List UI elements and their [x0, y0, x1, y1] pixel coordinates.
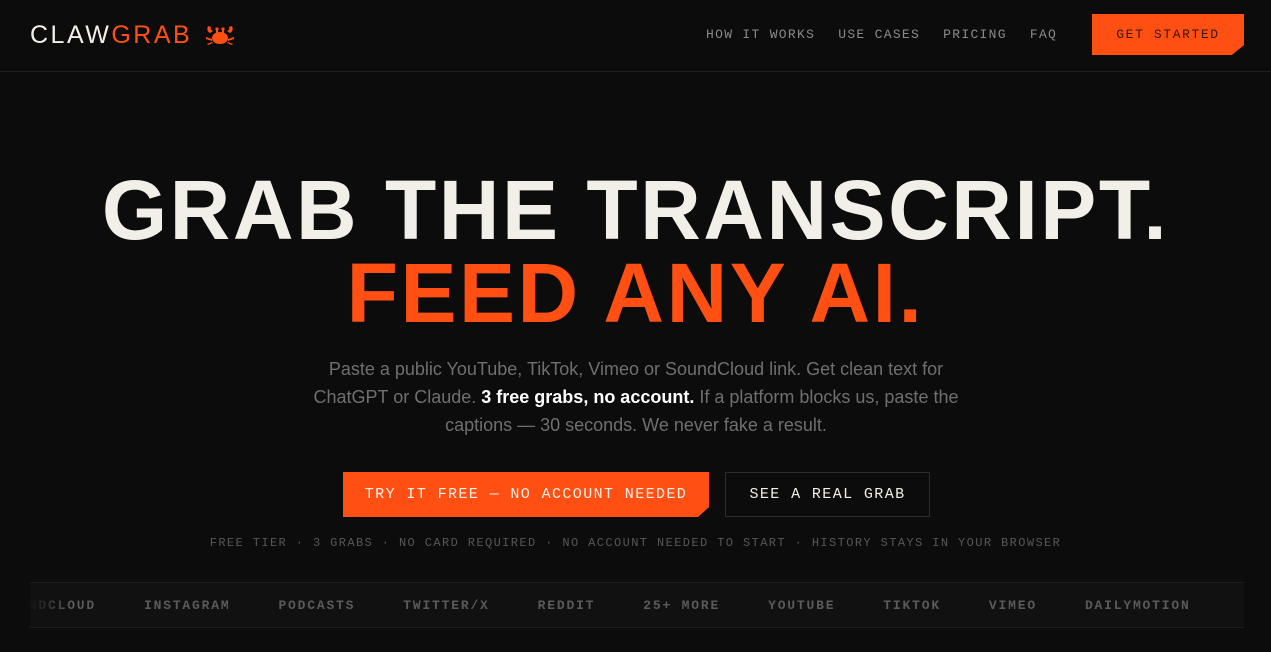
headline-line-2: FEED ANY AI. [346, 246, 925, 340]
ticker-item: YOUTUBE [768, 597, 836, 613]
subtitle-highlight: 3 free grabs, no account. [481, 387, 695, 407]
ticker-item: REDDIT [537, 597, 596, 613]
logo-text-grab: GRAB [111, 21, 193, 49]
nav-link-faq[interactable]: FAQ [1030, 27, 1057, 43]
headline-line-1: GRAB THE TRANSCRIPT. [101, 163, 1170, 257]
ticker-fade-right [1204, 583, 1244, 627]
ticker-fade-left [30, 583, 70, 627]
ticker-item: PODCASTS [278, 597, 356, 613]
nav-link-use-cases[interactable]: USE CASES [838, 27, 920, 43]
ticker-item: TWITTER/X [403, 597, 490, 613]
ticker-item: TIKTOK [883, 597, 941, 613]
free-tier-info: FREE TIER · 3 GRABS · NO CARD REQUIRED ·… [209, 536, 1062, 550]
get-started-button[interactable]: GET STARTED [1092, 14, 1244, 55]
try-it-free-button[interactable]: TRY IT FREE — NO ACCOUNT NEEDED [343, 472, 709, 517]
ticker-item: INSTAGRAM [144, 597, 231, 613]
top-nav: CLAW GRAB HOW IT WORKS USE CASES PRICING… [0, 0, 1271, 72]
ticker-track: SOUNDCLOUD INSTAGRAM PODCASTS TWITTER/X … [30, 583, 1239, 627]
see-real-grab-button[interactable]: SEE A REAL GRAB [725, 472, 930, 517]
platform-ticker: SOUNDCLOUD INSTAGRAM PODCASTS TWITTER/X … [30, 582, 1244, 628]
logo-text-claw: CLAW [30, 21, 112, 49]
ticker-item: VIMEO [988, 597, 1037, 613]
ticker-item: 25+ MORE [643, 597, 721, 613]
nav-link-how-it-works[interactable]: HOW IT WORKS [706, 27, 815, 43]
ticker-item: DAILYMOTION [1084, 597, 1191, 613]
hero-subtitle: Paste a public YouTube, TikTok, Vimeo or… [312, 355, 960, 439]
crab-icon [204, 22, 236, 48]
nav-links: HOW IT WORKS USE CASES PRICING FAQ [706, 27, 1057, 43]
nav-link-pricing[interactable]: PRICING [943, 27, 1007, 43]
logo[interactable]: CLAW GRAB [30, 21, 236, 49]
